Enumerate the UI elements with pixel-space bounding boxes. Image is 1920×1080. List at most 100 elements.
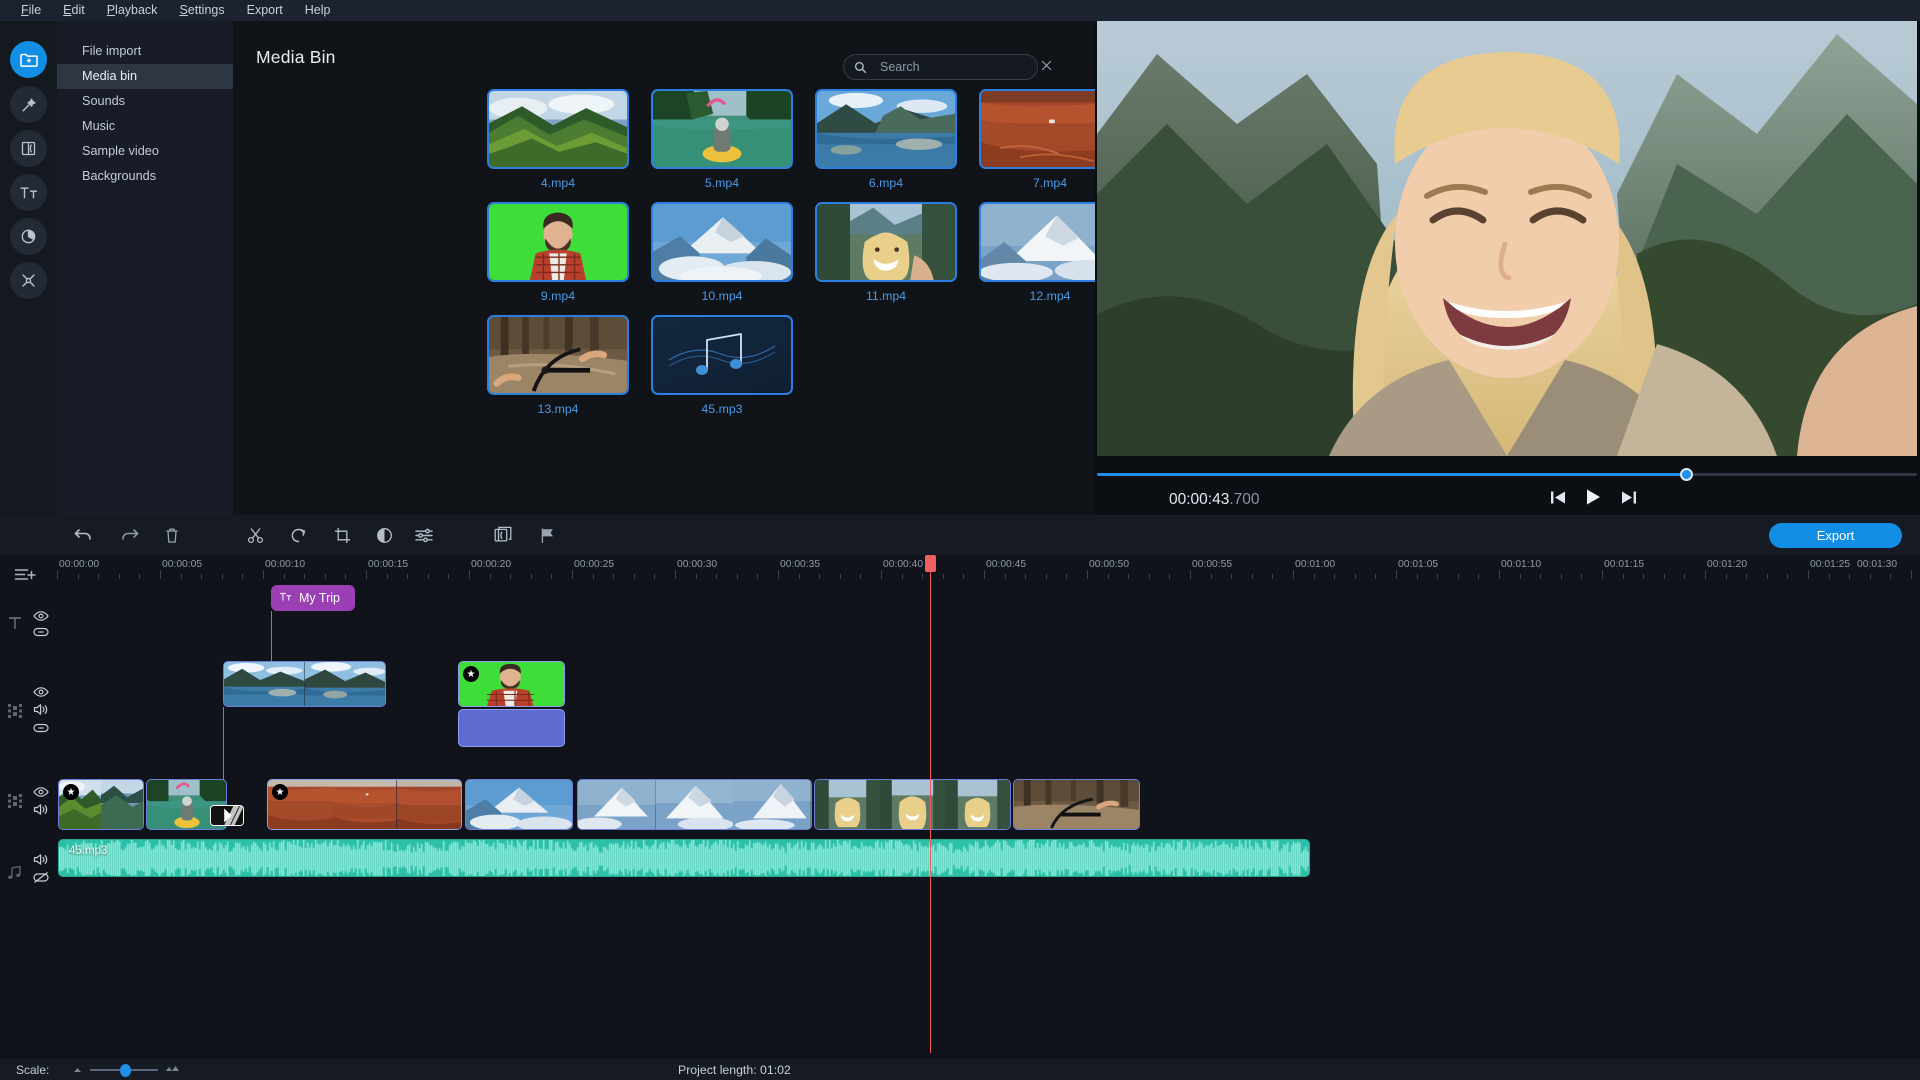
media-item[interactable]: 9.mp4	[476, 202, 640, 303]
next-frame-icon[interactable]	[1621, 490, 1637, 510]
add-track-icon[interactable]	[14, 567, 37, 588]
search-input[interactable]	[880, 60, 1041, 74]
clip-frame	[655, 780, 734, 829]
media-thumbnail[interactable]	[651, 89, 793, 169]
prev-frame-icon[interactable]	[1550, 490, 1566, 510]
timeline-clip-main-4[interactable]	[465, 779, 573, 830]
track-header-overlay-video[interactable]	[0, 685, 57, 747]
preview-panel: 00:00:43.700 16:9	[1095, 0, 1920, 515]
eye-icon[interactable]	[33, 685, 49, 703]
menu-item-file[interactable]: File	[10, 0, 52, 21]
media-item[interactable]: 5.mp4	[640, 89, 804, 190]
timeline-audio-clip[interactable]: 45.mp3	[58, 839, 1310, 877]
timeline-clip-overlay-1[interactable]	[223, 661, 386, 707]
redo-icon[interactable]	[117, 523, 141, 547]
menu-item-help[interactable]: Help	[294, 0, 342, 21]
titles-icon[interactable]	[10, 174, 47, 211]
timeline-lanes[interactable]: My Trip ★ ★ ★ 45.mp3	[57, 555, 1920, 1059]
marker-icon[interactable]	[535, 523, 559, 547]
speaker-icon[interactable]	[33, 803, 49, 821]
media-thumbnail[interactable]	[487, 202, 629, 282]
magic-wand-icon[interactable]	[10, 86, 47, 123]
media-bin-panel: Media Bin Search 4.mp4 5.mp4 6.mp4 7.mp4…	[233, 21, 1121, 515]
preview-video[interactable]	[1097, 14, 1917, 456]
properties-icon[interactable]	[412, 523, 436, 547]
audio-thumbnail[interactable]	[651, 315, 793, 395]
title-clip[interactable]: My Trip	[271, 585, 355, 611]
export-button[interactable]: Export	[1769, 523, 1902, 548]
search-box[interactable]	[843, 54, 1052, 80]
playhead-handle[interactable]	[925, 555, 936, 572]
track-header-title[interactable]	[0, 607, 57, 657]
media-thumbnail[interactable]	[651, 202, 793, 282]
speaker-icon[interactable]	[33, 853, 49, 871]
timeline-ruler[interactable]: 00:00:00 00:00:05 00:00:10 00:00:15 00:0…	[57, 555, 1920, 579]
transition-badge[interactable]	[210, 805, 244, 826]
media-thumbnail[interactable]	[815, 202, 957, 282]
close-icon[interactable]	[1041, 58, 1052, 76]
menu-item-playback-rest: layback	[115, 3, 158, 17]
category-item-sample-video[interactable]: Sample video	[57, 139, 233, 164]
media-item[interactable]: 6.mp4	[804, 89, 968, 190]
seek-handle[interactable]	[1680, 468, 1693, 481]
scale-handle[interactable]	[120, 1063, 131, 1077]
media-item[interactable]: 45.mp3	[640, 315, 804, 416]
track-header-main-video[interactable]	[0, 783, 57, 839]
link-muted-icon[interactable]	[33, 871, 49, 889]
transition-icon[interactable]	[491, 523, 515, 547]
import-icon[interactable]	[10, 41, 47, 78]
tools-icon[interactable]	[10, 262, 47, 299]
category-item-media-bin[interactable]: Media bin	[57, 64, 233, 89]
menu-item-export[interactable]: Export	[236, 0, 294, 21]
media-thumbnail[interactable]	[815, 89, 957, 169]
timeline-clip-main-6[interactable]	[814, 779, 1011, 830]
media-item[interactable]: 4.mp4	[476, 89, 640, 190]
track-header-audio[interactable]	[0, 853, 57, 905]
timeline-clip-main-1[interactable]: ★	[58, 779, 144, 830]
color-adjust-icon[interactable]	[372, 523, 396, 547]
media-thumbnail[interactable]	[487, 89, 629, 169]
media-thumbnail[interactable]	[487, 315, 629, 395]
delete-icon[interactable]	[160, 523, 184, 547]
scale-slider[interactable]	[72, 1061, 180, 1079]
timeline-clip-main-5[interactable]	[577, 779, 812, 830]
ruler-tick: 00:00:15	[368, 559, 409, 570]
media-item[interactable]: 13.mp4	[476, 315, 640, 416]
scale-track[interactable]	[90, 1063, 158, 1077]
timeline-clip-main-3[interactable]: ★	[267, 779, 462, 830]
ruler-tick: 00:00:30	[677, 559, 718, 570]
crop-icon[interactable]	[330, 523, 354, 547]
zoom-out-icon[interactable]	[72, 1061, 83, 1079]
category-item-file-import[interactable]: File import	[57, 39, 233, 64]
category-item-backgrounds[interactable]: Backgrounds	[57, 164, 233, 189]
zoom-in-icon[interactable]	[165, 1061, 180, 1079]
menu-item-edit-rest: dit	[71, 3, 85, 17]
category-item-music[interactable]: Music	[57, 114, 233, 139]
eye-icon[interactable]	[33, 785, 49, 803]
split-icon[interactable]	[243, 523, 267, 547]
timeline-clip-main-7[interactable]	[1013, 779, 1140, 830]
undo-icon[interactable]	[71, 523, 95, 547]
ruler-tick: 00:01:10	[1501, 559, 1542, 570]
menu-item-settings[interactable]: Settings	[168, 0, 235, 21]
title-icon	[7, 615, 23, 636]
timeline-clip-overlay-2[interactable]: ★	[458, 661, 565, 707]
play-icon[interactable]	[1585, 488, 1602, 511]
menu-item-playback[interactable]: Playback	[96, 0, 169, 21]
preview-seek-bar[interactable]	[1097, 467, 1917, 481]
media-item[interactable]: 11.mp4	[804, 202, 968, 303]
clip-frame	[815, 780, 880, 829]
media-label: 9.mp4	[540, 289, 576, 303]
transitions-icon[interactable]	[10, 130, 47, 167]
rotate-icon[interactable]	[286, 523, 310, 547]
media-item[interactable]: 10.mp4	[640, 202, 804, 303]
clip-frame	[332, 780, 397, 829]
title-clip-text: My Trip	[299, 591, 340, 605]
speaker-icon[interactable]	[33, 703, 49, 721]
timeline-clip-overlay-2-effect[interactable]	[458, 709, 565, 747]
link-icon[interactable]	[33, 625, 49, 643]
menu-item-edit[interactable]: Edit	[52, 0, 96, 21]
category-item-sounds[interactable]: Sounds	[57, 89, 233, 114]
stickers-icon[interactable]	[10, 218, 47, 255]
link-icon[interactable]	[33, 721, 49, 739]
